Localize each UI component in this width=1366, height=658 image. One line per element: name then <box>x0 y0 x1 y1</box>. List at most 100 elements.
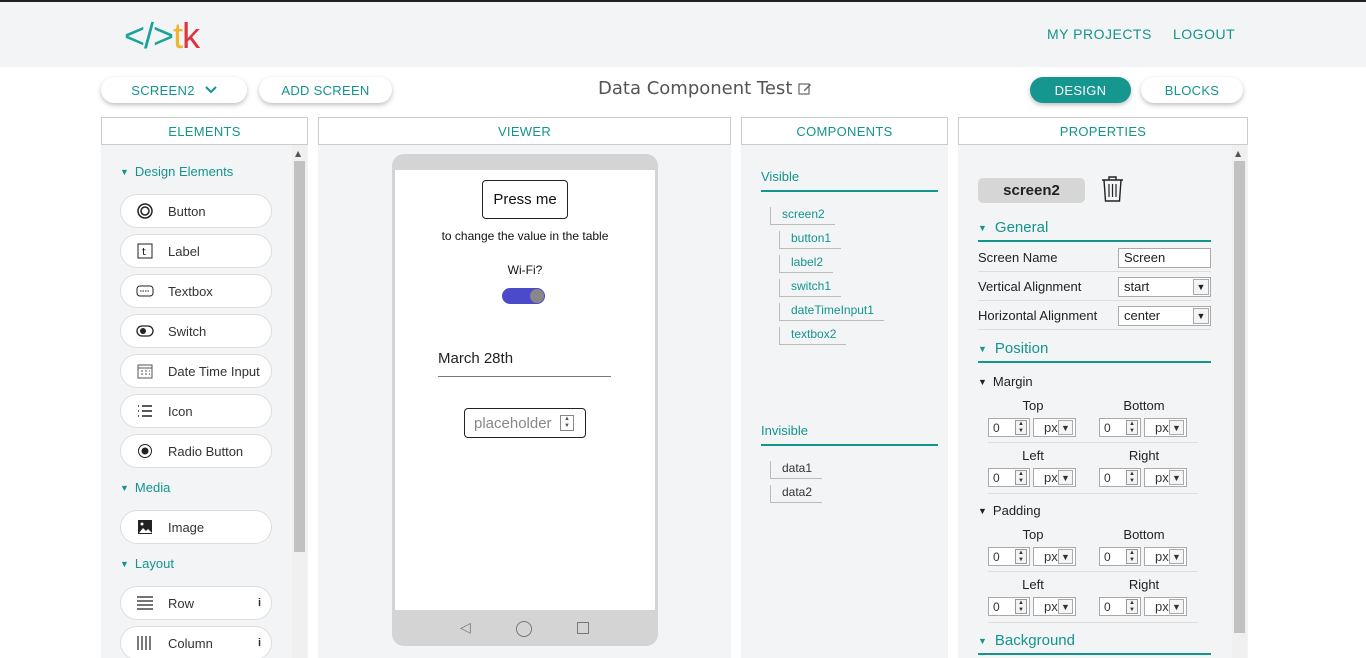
spinner-icon[interactable]: ▲ ▼ <box>1126 549 1138 564</box>
margin-top-unit[interactable]: px ▼ <box>1033 418 1076 437</box>
design-tab[interactable]: DESIGN <box>1030 77 1131 103</box>
spinner-icon[interactable]: ▲ ▼ <box>1015 420 1027 435</box>
scroll-up-icon[interactable]: ▲ <box>1235 149 1241 158</box>
spinner-icon[interactable]: ▲ ▼ <box>1126 470 1138 485</box>
margin-right-input[interactable]: 0 ▲ ▼ <box>1099 468 1141 487</box>
project-title-text: Data Component Test <box>598 78 793 99</box>
preview-button[interactable]: Press me <box>482 180 568 219</box>
padding-right-unit[interactable]: px ▼ <box>1144 597 1187 616</box>
top-bar: </>tk MY PROJECTS LOGOUT <box>0 0 1366 67</box>
design-elements-section[interactable]: ▼ Design Elements <box>120 164 233 179</box>
screen-name-label: Screen Name <box>978 250 1058 265</box>
background-title: Background <box>994 632 1075 649</box>
padding-bottom-unit[interactable]: px ▼ <box>1144 547 1187 566</box>
triangle-down-icon: ▼ <box>978 505 987 516</box>
tree-item-label2[interactable]: label2 <box>779 255 834 273</box>
tree-item-switch1[interactable]: switch1 <box>779 279 842 297</box>
tree-item-data2[interactable]: data2 <box>770 485 823 503</box>
element-date-time-input[interactable]: Date Time Input <box>120 354 272 388</box>
spinner-icon[interactable]: ▲ ▼ <box>1126 420 1138 435</box>
blocks-tab[interactable]: BLOCKS <box>1141 77 1243 103</box>
element-icon-label: Icon <box>168 403 193 419</box>
horizontal-alignment-row: Horizontal Alignment center ▼ <box>978 302 1211 330</box>
margin-bottom-unit[interactable]: px ▼ <box>1144 418 1187 437</box>
triangle-down-icon: ▼ <box>978 376 987 387</box>
padding-right-input[interactable]: 0 ▲ ▼ <box>1099 597 1141 616</box>
spinner-icon[interactable]: ▲ ▼ <box>560 415 574 431</box>
margin-left-input[interactable]: 0 ▲ ▼ <box>988 468 1030 487</box>
list-icon <box>136 402 154 420</box>
elements-scroll-thumb[interactable] <box>294 161 305 552</box>
padding-left-input[interactable]: 0 ▲ ▼ <box>988 597 1030 616</box>
spinner-icon[interactable]: ▲ ▼ <box>1126 599 1138 614</box>
padding-subsection[interactable]: ▼ Padding <box>978 503 1041 518</box>
margin-left-unit[interactable]: px ▼ <box>1033 468 1076 487</box>
tree-item-datetimeinput1[interactable]: dateTimeInput1 <box>779 303 884 321</box>
padding-top-input[interactable]: 0 ▲ ▼ <box>988 547 1030 566</box>
screen-select[interactable]: SCREEN2 <box>101 77 247 103</box>
padding-bottom-input[interactable]: 0 ▲ ▼ <box>1099 547 1141 566</box>
home-nav-icon[interactable] <box>516 621 532 637</box>
element-row[interactable]: Row i <box>120 586 272 620</box>
chevron-down-icon: ▼ <box>1193 278 1209 295</box>
element-icon[interactable]: Icon <box>120 394 272 428</box>
properties-scroll-thumb[interactable] <box>1234 161 1245 633</box>
tree-item-screen2[interactable]: screen2 <box>770 207 835 225</box>
element-radio-button[interactable]: Radio Button <box>120 434 272 468</box>
position-section[interactable]: ▼ Position <box>978 340 1211 363</box>
padding-top-unit[interactable]: px ▼ <box>1033 547 1076 566</box>
visible-section-title: Visible <box>761 169 938 192</box>
margin-bottom-input[interactable]: 0 ▲ ▼ <box>1099 418 1141 437</box>
element-column[interactable]: Column i <box>120 626 272 658</box>
preview-switch[interactable] <box>502 288 545 304</box>
trash-icon[interactable] <box>1100 175 1125 203</box>
chevron-down-icon: ▼ <box>1169 420 1184 435</box>
logout-link[interactable]: LOGOUT <box>1173 26 1235 42</box>
padding-top-value: 0 <box>993 549 1000 564</box>
radio-icon <box>136 442 154 460</box>
general-section[interactable]: ▼ General <box>978 219 1211 242</box>
tree-item-textbox2[interactable]: textbox2 <box>779 327 847 345</box>
preview-date-input[interactable]: March 28th <box>438 350 611 377</box>
spinner-icon[interactable]: ▲ ▼ <box>1015 599 1027 614</box>
properties-scrollbar[interactable]: ▲ <box>1232 145 1247 658</box>
margin-subsection[interactable]: ▼ Margin <box>978 374 1033 389</box>
edit-icon[interactable] <box>798 82 812 96</box>
element-switch[interactable]: Switch <box>120 314 272 348</box>
elements-header: ELEMENTS <box>101 117 308 145</box>
chevron-down-icon: ▼ <box>1169 470 1184 485</box>
horizontal-alignment-select[interactable]: center ▼ <box>1118 305 1211 326</box>
element-button[interactable]: Button <box>120 194 272 228</box>
element-label[interactable]: t Label <box>120 234 272 268</box>
margin-right-unit[interactable]: px ▼ <box>1144 468 1187 487</box>
recent-nav-icon[interactable] <box>577 622 589 634</box>
margin-top-label: Top <box>1022 398 1044 413</box>
info-icon[interactable]: i <box>258 637 261 649</box>
svg-text:t: t <box>142 247 146 258</box>
scroll-up-icon[interactable]: ▲ <box>295 149 301 158</box>
element-image[interactable]: Image <box>120 510 272 544</box>
element-textbox[interactable]: Textbox <box>120 274 272 308</box>
layout-section[interactable]: ▼ Layout <box>120 556 174 571</box>
screen-name-input[interactable]: Screen <box>1118 247 1211 268</box>
chevron-down-icon: ▼ <box>1193 307 1209 324</box>
textbox-icon <box>136 282 154 300</box>
padding-top-label: Top <box>1022 527 1044 542</box>
margin-top-input[interactable]: 0 ▲ ▼ <box>988 418 1030 437</box>
tree-item-button1[interactable]: button1 <box>779 231 842 249</box>
tree-item-data1[interactable]: data1 <box>770 461 823 479</box>
background-section[interactable]: ▼ Background <box>978 632 1211 655</box>
vertical-alignment-select[interactable]: start ▼ <box>1118 276 1211 297</box>
my-projects-link[interactable]: MY PROJECTS <box>1047 26 1152 42</box>
info-icon[interactable]: i <box>258 597 261 609</box>
app-logo[interactable]: </>tk <box>124 16 200 56</box>
preview-textbox[interactable]: placeholder ▲ ▼ <box>464 408 586 438</box>
add-screen-button[interactable]: ADD SCREEN <box>259 77 392 103</box>
spinner-icon[interactable]: ▲ ▼ <box>1015 470 1027 485</box>
media-section[interactable]: ▼ Media <box>120 480 170 495</box>
back-nav-icon[interactable]: ◁ <box>460 620 471 636</box>
spinner-icon[interactable]: ▲ ▼ <box>1015 549 1027 564</box>
position-title: Position <box>994 340 1049 357</box>
elements-scrollbar[interactable]: ▲ <box>292 145 307 658</box>
padding-left-unit[interactable]: px ▼ <box>1033 597 1076 616</box>
